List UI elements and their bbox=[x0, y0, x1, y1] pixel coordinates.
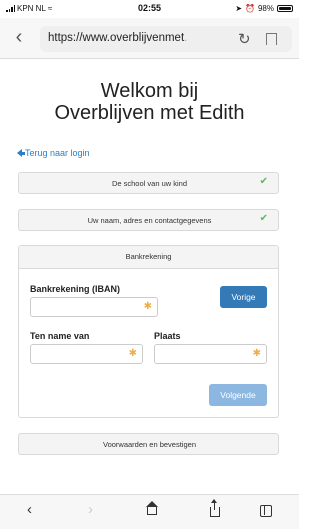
url-visible: https://www.overblijvenmet bbox=[48, 32, 185, 44]
step-school[interactable]: De school van uw kind ✔ bbox=[18, 172, 279, 194]
tabs-icon[interactable] bbox=[260, 505, 272, 517]
step-contact[interactable]: Uw naam, adres en contactgegevens ✔ bbox=[18, 209, 279, 231]
iban-input[interactable]: ✱ bbox=[30, 297, 158, 317]
browser-back-icon[interactable]: ‹ bbox=[8, 24, 30, 50]
iban-label: Bankrekening (IBAN) bbox=[30, 284, 121, 294]
home-icon[interactable] bbox=[146, 501, 158, 515]
step-contact-label: Uw naam, adres en contactgegevens bbox=[87, 216, 212, 225]
bottom-toolbar: ‹ › bbox=[0, 494, 299, 529]
url-text[interactable]: https://www.overblijvenmet. bbox=[48, 32, 218, 44]
status-bar: KPN NL ≈ 02:55 ➤ ⏰ 98% bbox=[0, 0, 299, 18]
title-line-1: Welkom bij bbox=[100, 80, 199, 102]
browser-toolbar: ‹ https://www.overblijvenmet. ↻ bbox=[0, 18, 299, 59]
forward-icon[interactable]: › bbox=[88, 501, 93, 518]
back-icon[interactable]: ‹ bbox=[27, 501, 32, 518]
alarm-icon: ⏰ bbox=[245, 4, 255, 13]
bookmark-icon[interactable] bbox=[266, 33, 277, 45]
bank-panel-header: Bankrekening bbox=[19, 246, 278, 269]
check-icon: ✔ bbox=[259, 213, 268, 224]
share-icon[interactable] bbox=[210, 499, 220, 517]
name-label: Ten name van bbox=[30, 331, 90, 341]
city-label: Plaats bbox=[154, 331, 181, 341]
check-icon: ✔ bbox=[259, 176, 268, 187]
step-terms[interactable]: Voorwaarden en bevestigen bbox=[18, 433, 279, 455]
next-button[interactable]: Volgende bbox=[209, 384, 267, 406]
battery-icon bbox=[277, 5, 293, 12]
title-line-2: Overblijven met Edith bbox=[54, 102, 245, 124]
name-input[interactable]: ✱ bbox=[30, 344, 143, 364]
step-school-label: De school van uw kind bbox=[111, 179, 188, 188]
back-link-label: Terug naar login bbox=[25, 148, 90, 158]
location-icon: ➤ bbox=[235, 4, 243, 13]
city-input[interactable]: ✱ bbox=[154, 344, 267, 364]
url-fade: . bbox=[184, 32, 188, 44]
battery-percent: 98% bbox=[257, 4, 274, 13]
address-bar[interactable]: https://www.overblijvenmet. ↻ bbox=[40, 26, 292, 52]
bank-panel: Bankrekening Bankrekening (IBAN) ✱ Vorig… bbox=[18, 245, 279, 418]
page-title: Welkom bij Overblijven met Edith bbox=[0, 80, 299, 124]
required-icon: ✱ bbox=[252, 348, 261, 359]
reload-icon[interactable]: ↻ bbox=[238, 30, 251, 48]
prev-button[interactable]: Vorige bbox=[220, 286, 267, 308]
required-icon: ✱ bbox=[128, 348, 137, 359]
step-terms-label: Voorwaarden en bevestigen bbox=[103, 440, 196, 449]
status-right: ➤ ⏰ 98% bbox=[235, 4, 293, 13]
arrow-left-icon bbox=[17, 149, 25, 157]
required-icon: ✱ bbox=[143, 301, 152, 312]
back-to-login-link[interactable]: Terug naar login bbox=[17, 148, 90, 158]
